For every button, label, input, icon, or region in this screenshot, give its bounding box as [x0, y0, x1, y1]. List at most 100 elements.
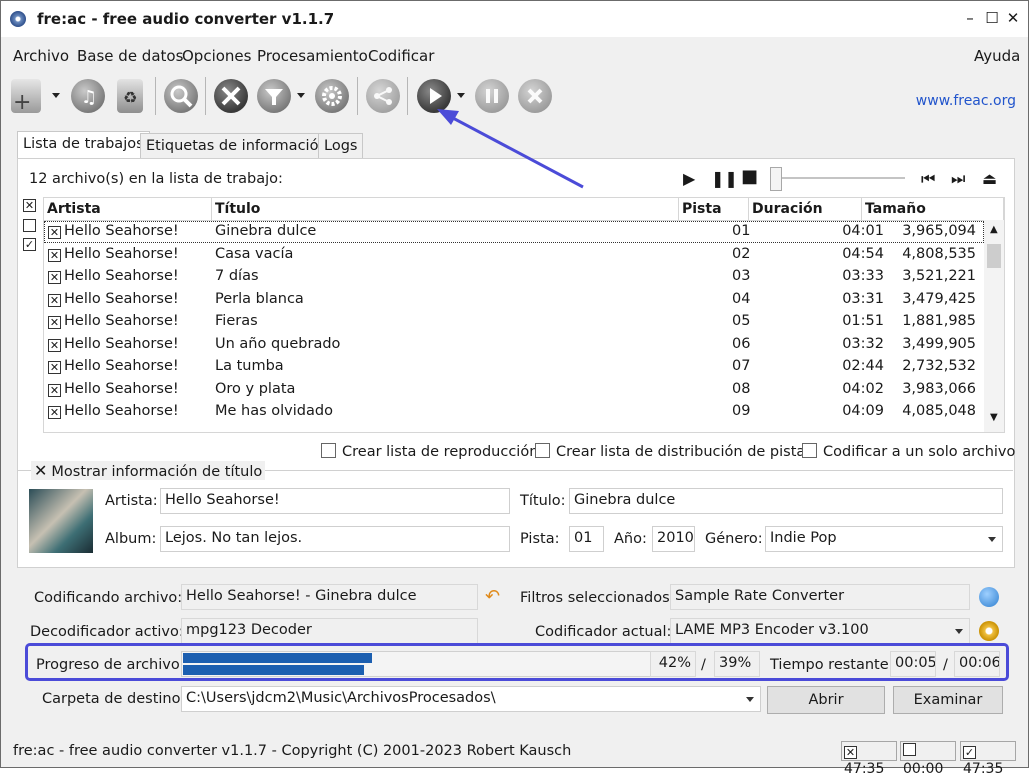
player-pause-icon[interactable]: ❚❚	[711, 169, 738, 188]
menu-base-de-datos[interactable]: Base de datos	[77, 47, 183, 65]
player-stop-icon[interactable]: ■	[741, 166, 758, 187]
option-playlist[interactable]: Crear lista de reproducción	[321, 443, 538, 460]
player-next-icon[interactable]: ⏭	[951, 169, 965, 189]
minimize-button[interactable]: –	[963, 9, 977, 27]
toggle-selection-checkbox[interactable]: ✓	[23, 238, 36, 251]
table-row[interactable]: ✕ Hello Seahorse! Un año quebrado 06 03:32 3,…	[44, 334, 984, 356]
filter-config-icon[interactable]	[979, 587, 999, 607]
scroll-thumb[interactable]	[987, 244, 1001, 268]
col-pista[interactable]: Pista	[679, 198, 749, 220]
encoder-config-icon[interactable]	[979, 621, 999, 641]
stop-icon[interactable]	[518, 79, 552, 113]
add-dropdown-icon[interactable]	[52, 93, 60, 98]
menu-archivo[interactable]: Archivo	[13, 47, 69, 65]
cell-artist: Hello Seahorse!	[64, 223, 179, 239]
share-icon[interactable]	[366, 79, 400, 113]
row-checkbox[interactable]: ✕	[48, 406, 61, 419]
table-row[interactable]: ✕ Hello Seahorse! Me has olvidado 09 04:09 4,…	[44, 401, 984, 423]
play-dropdown-icon[interactable]	[457, 93, 465, 98]
option-cuesheet-checkbox[interactable]	[535, 443, 550, 458]
player-play-icon[interactable]: ▶	[683, 169, 695, 188]
col-artista[interactable]: Artista	[44, 198, 212, 220]
remove-icon[interactable]: ♻	[117, 79, 143, 113]
play-icon[interactable]	[417, 79, 451, 113]
option-playlist-checkbox[interactable]	[321, 443, 336, 458]
cell-duration: 04:54	[842, 245, 884, 262]
show-title-info[interactable]: ✕ Mostrar información de título	[31, 461, 266, 480]
filter-dropdown-icon[interactable]	[297, 93, 305, 98]
track-field[interactable]: 01	[569, 526, 604, 552]
genre-label: Género:	[705, 531, 763, 547]
website-link[interactable]: www.freac.org	[916, 93, 1016, 109]
row-checkbox[interactable]: ✕	[48, 338, 61, 352]
row-checkbox[interactable]: ✕	[48, 226, 61, 239]
encoder-label: Codificador actual:	[535, 624, 672, 640]
player-prev-icon[interactable]: ⏮	[921, 169, 935, 189]
genre-select[interactable]: Indie Pop	[765, 526, 1003, 552]
col-tamano[interactable]: Tamaño	[862, 198, 1004, 220]
scroll-up-icon[interactable]: ▲	[990, 224, 998, 235]
table-row[interactable]: ✕ Hello Seahorse! Fieras 05 01:51 1,881,985	[44, 311, 984, 333]
cell-title: Ginebra dulce	[215, 223, 317, 239]
pause-icon[interactable]	[475, 79, 509, 113]
menu-procesamiento[interactable]: Procesamiento	[257, 47, 368, 65]
player-eject-icon[interactable]: ⏏	[982, 169, 997, 188]
filter-icon[interactable]	[257, 79, 291, 113]
table-scrollbar[interactable]: ▲ ▼	[984, 220, 1004, 432]
year-field[interactable]: 2010	[652, 526, 695, 552]
menu-codificar[interactable]: Codificar	[368, 47, 434, 65]
encoder-select[interactable]: LAME MP3 Encoder v3.100	[670, 618, 970, 644]
option-single-file-checkbox[interactable]	[802, 443, 817, 458]
table-row[interactable]: ✕ Hello Seahorse! 7 días 03 03:33 3,521,221	[44, 266, 984, 288]
dest-folder-select[interactable]: C:\Users\jdcm2\Music\ArchivosProcesados\	[181, 686, 761, 712]
row-checkbox[interactable]: ✕	[48, 316, 61, 329]
show-title-checkbox[interactable]: ✕	[34, 461, 47, 480]
album-field[interactable]: Lejos. No tan lejos.	[160, 526, 510, 552]
chevron-down-icon[interactable]	[982, 527, 1002, 551]
status-total-value: 47:35	[963, 761, 1004, 777]
select-none-checkbox[interactable]	[23, 219, 36, 232]
select-all-checkbox[interactable]: ✕	[23, 199, 36, 212]
svg-text:♫: ♫	[81, 87, 97, 108]
tools-icon[interactable]	[214, 79, 248, 113]
col-duracion[interactable]: Duración	[749, 198, 862, 220]
browse-button[interactable]: Examinar	[893, 686, 1003, 714]
tab-logs[interactable]: Logs	[318, 133, 364, 160]
tab-lista-de-trabajos[interactable]: Lista de trabajos	[17, 131, 150, 161]
player-seek-track[interactable]	[775, 177, 905, 179]
cddb-icon[interactable]	[164, 79, 198, 113]
close-button[interactable]: ✕	[1006, 9, 1020, 27]
scroll-down-icon[interactable]: ▼	[990, 412, 998, 423]
row-checkbox[interactable]: ✕	[48, 248, 61, 262]
refresh-icon[interactable]: ↶	[485, 586, 500, 607]
menu-ayuda[interactable]: Ayuda	[974, 47, 1020, 65]
col-titulo[interactable]: Título	[212, 198, 679, 220]
cell-track: 03	[732, 268, 751, 284]
table-row[interactable]: ✕ Hello Seahorse! Oro y plata 08 04:02 3,983,…	[44, 379, 984, 401]
menu-opciones[interactable]: Opciones	[182, 47, 251, 65]
option-cuesheet[interactable]: Crear lista de distribución de pistas	[535, 443, 813, 460]
table-row[interactable]: ✕ Hello Seahorse! Ginebra dulce 01 04:01 3,96…	[44, 221, 984, 243]
add-files-icon[interactable]: +	[11, 79, 41, 113]
settings-icon[interactable]	[315, 79, 349, 113]
open-button[interactable]: Abrir	[767, 686, 885, 714]
table-row[interactable]: ✕ Hello Seahorse! Casa vacía 02 04:54 4,808,5…	[44, 244, 984, 266]
player-seek-knob[interactable]	[770, 167, 782, 191]
chevron-down-icon[interactable]	[949, 619, 969, 643]
cell-title: Oro y plata	[215, 380, 296, 397]
title-field[interactable]: Ginebra dulce	[569, 488, 1003, 514]
row-checkbox[interactable]: ✕	[48, 271, 61, 284]
status-unselected-checkbox	[903, 743, 916, 756]
artist-field[interactable]: Hello Seahorse!	[160, 488, 510, 514]
row-checkbox[interactable]: ✕	[48, 293, 61, 307]
maximize-button[interactable]: ☐	[985, 9, 999, 27]
row-checkbox[interactable]: ✕	[48, 361, 61, 374]
tab-etiquetas[interactable]: Etiquetas de información	[140, 133, 334, 160]
chevron-down-icon[interactable]	[740, 687, 760, 711]
option-single-file[interactable]: Codificar a un solo archivo	[802, 443, 1015, 460]
table-row[interactable]: ✕ Hello Seahorse! La tumba 07 02:44 2,732,532	[44, 356, 984, 378]
row-checkbox[interactable]: ✕	[48, 383, 61, 397]
add-cd-icon[interactable]: ♫	[71, 79, 105, 113]
table-row[interactable]: ✕ Hello Seahorse! Perla blanca 04 03:31 3,479…	[44, 289, 984, 311]
status-total-time: ✓ 47:35	[960, 741, 1016, 777]
